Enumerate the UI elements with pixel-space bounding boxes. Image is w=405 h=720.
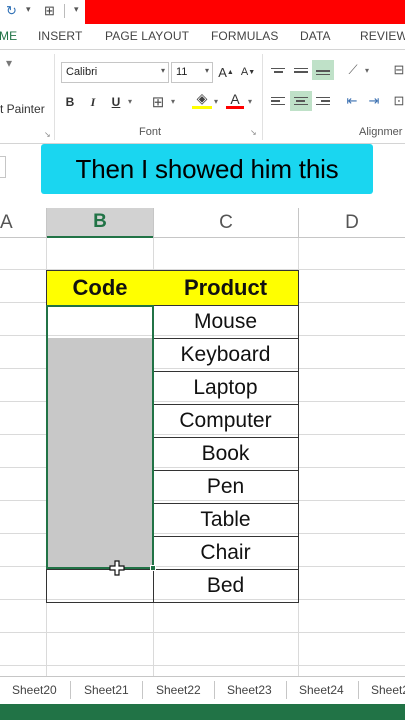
gridline [0, 632, 405, 633]
sheet-tab-divider [286, 681, 287, 699]
clipboard-arrow-icon: ▾ [6, 56, 13, 70]
underline-button[interactable]: U [108, 92, 124, 112]
sheet-tab-divider [214, 681, 215, 699]
ribbon-divider [262, 54, 263, 140]
video-caption: Then I showed him this [41, 144, 373, 194]
table-header-code[interactable]: Code [46, 270, 154, 306]
borders-icon[interactable]: ⊞ [148, 92, 168, 112]
product-cell[interactable]: Chair [153, 536, 299, 570]
sheet-tabs-bar: Sheet20 Sheet21 Sheet22 Sheet23 Sheet24 … [0, 676, 405, 704]
grow-font-button[interactable]: A ▲ [218, 62, 234, 82]
align-bottom-icon[interactable] [312, 60, 334, 80]
column-divider [46, 208, 47, 238]
status-bar [0, 704, 405, 720]
product-cell[interactable]: Bed [153, 569, 299, 603]
increase-indent-icon[interactable]: ⇥ [364, 91, 384, 111]
column-header-b[interactable]: B [47, 208, 153, 238]
bold-button[interactable]: B [62, 92, 78, 112]
font-launcher-icon[interactable]: ↘ [250, 128, 257, 137]
sheet-tab-divider [358, 681, 359, 699]
align-right-icon[interactable] [313, 91, 333, 111]
wrap-text-icon[interactable]: ⊟ [390, 60, 405, 80]
product-cell[interactable]: Keyboard [153, 338, 299, 372]
borders-dropdown-icon[interactable]: ▾ [171, 97, 175, 106]
column-header-d[interactable]: D [299, 208, 405, 238]
align-left-icon[interactable] [268, 91, 288, 111]
orientation-icon[interactable]: ⟋ [343, 60, 363, 80]
ribbon: ▾ t Painter ↘ Calibri ▾ 11 ▾ A ▲ A ▼ B I U… [0, 50, 405, 144]
ribbon-tabs: ME INSERT PAGE LAYOUT FORMULAS DATA REVI… [0, 24, 405, 50]
merge-center-icon[interactable]: ⊡ [390, 91, 405, 111]
font-size-select[interactable]: 11 ▾ [171, 62, 213, 83]
ribbon-divider [54, 54, 55, 140]
sheet-tab[interactable]: Sheet22 [156, 683, 201, 697]
column-divider [298, 208, 299, 238]
chevron-down-icon: ▾ [160, 66, 165, 75]
font-name-select[interactable]: Calibri ▾ [61, 62, 169, 83]
format-painter-button[interactable]: t Painter [0, 102, 45, 116]
tab-home[interactable]: ME [0, 29, 17, 43]
italic-button[interactable]: I [85, 92, 101, 112]
fill-color-dropdown-icon[interactable]: ▾ [214, 97, 218, 106]
sheet-tab[interactable]: Sheet20 [12, 683, 57, 697]
align-top-icon[interactable] [268, 60, 288, 80]
sheet-tab-divider [70, 681, 71, 699]
sheet-tab[interactable]: Sheet24 [299, 683, 344, 697]
alignment-group-label: Alignmer [359, 126, 403, 138]
align-middle-icon[interactable] [291, 60, 311, 80]
font-color-dropdown-icon[interactable]: ▾ [248, 97, 252, 106]
grow-font-label: A [218, 64, 227, 80]
underline-dropdown-icon[interactable]: ▾ [128, 97, 132, 106]
product-cell[interactable]: Laptop [153, 371, 299, 405]
column-header-c[interactable]: C [154, 208, 298, 238]
product-cell[interactable]: Pen [153, 470, 299, 504]
customize-toolbar-icon[interactable]: ▾ [74, 4, 79, 15]
tab-insert[interactable]: INSERT [38, 29, 82, 43]
sheet-tab[interactable]: Sheet21 [84, 683, 129, 697]
font-color-button[interactable]: A [226, 91, 244, 109]
shrink-font-label: A [240, 66, 249, 78]
title-banner [85, 0, 405, 24]
product-cell[interactable]: Mouse [153, 305, 299, 339]
font-size-value: 11 [176, 66, 188, 78]
sheet-tab[interactable]: Sheet2 [371, 683, 405, 697]
name-box[interactable] [0, 156, 6, 178]
align-center-icon[interactable] [290, 91, 312, 111]
decrease-indent-icon[interactable]: ⇤ [342, 91, 362, 111]
borders-icon[interactable]: ⊞ [44, 3, 55, 19]
font-name-value: Calibri [66, 66, 98, 78]
tab-review[interactable]: REVIEW [360, 29, 405, 43]
fill-handle[interactable] [150, 565, 156, 571]
product-cell[interactable]: Table [153, 503, 299, 537]
orientation-dropdown-icon[interactable]: ▾ [365, 66, 369, 75]
redo-dropdown-icon[interactable]: ▾ [26, 4, 31, 15]
product-cell[interactable]: Book [153, 437, 299, 471]
toolbar-divider [64, 4, 65, 18]
quick-access-toolbar: ↻ ▾ ⊞ ▾ [0, 0, 405, 24]
sheet-tab-divider [142, 681, 143, 699]
table-header-product[interactable]: Product [153, 270, 299, 306]
redo-icon[interactable]: ↻ [6, 3, 17, 19]
sheet-tab[interactable]: Sheet23 [227, 683, 272, 697]
cell-select-cursor-icon [109, 560, 125, 576]
chevron-down-icon: ▾ [204, 66, 209, 75]
font-group-label: Font [139, 126, 162, 138]
column-divider [153, 208, 154, 238]
tab-formulas[interactable]: FORMULAS [211, 29, 278, 43]
product-cell[interactable]: Computer [153, 404, 299, 438]
gridline [0, 665, 405, 666]
tab-data[interactable]: DATA [300, 29, 331, 43]
tab-page-layout[interactable]: PAGE LAYOUT [105, 29, 189, 43]
column-header-a[interactable]: A [0, 208, 46, 238]
shrink-font-button[interactable]: A ▼ [240, 62, 256, 82]
clipboard-launcher-icon[interactable]: ↘ [44, 130, 51, 139]
cell-selection[interactable] [46, 305, 154, 569]
fill-color-icon[interactable]: ◈ [192, 90, 212, 109]
code-cell[interactable] [46, 569, 154, 603]
